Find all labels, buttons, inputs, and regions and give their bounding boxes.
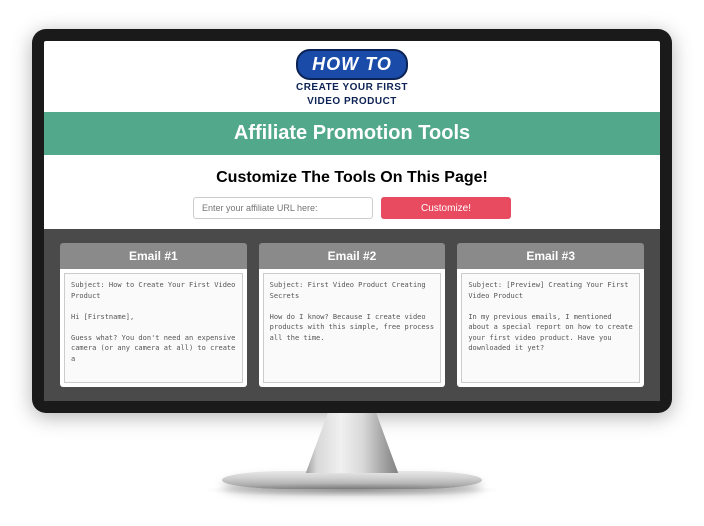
monitor-stand-neck (297, 413, 407, 473)
email-textarea-2[interactable] (263, 273, 442, 383)
screen-content: HOW TO CREATE YOUR FIRST VIDEO PRODUCT A… (44, 41, 660, 401)
affiliate-url-input[interactable] (193, 197, 373, 219)
email-body-2 (259, 269, 446, 387)
customize-form: Customize! (44, 197, 660, 219)
monitor-shadow (202, 483, 502, 497)
logo-area: HOW TO CREATE YOUR FIRST VIDEO PRODUCT (44, 41, 660, 112)
email-card-1: Email #1 (60, 243, 247, 387)
email-header-1: Email #1 (60, 243, 247, 269)
email-card-2: Email #2 (259, 243, 446, 387)
customize-heading: Customize The Tools On This Page! (44, 169, 660, 187)
email-body-3 (457, 269, 644, 387)
email-body-1 (60, 269, 247, 387)
customize-section: Customize The Tools On This Page! Custom… (44, 155, 660, 229)
monitor-mockup: HOW TO CREATE YOUR FIRST VIDEO PRODUCT A… (32, 29, 672, 497)
logo-subtitle-2: VIDEO PRODUCT (44, 96, 660, 108)
email-textarea-3[interactable] (461, 273, 640, 383)
logo-subtitle-1: CREATE YOUR FIRST (44, 82, 660, 94)
monitor-frame: HOW TO CREATE YOUR FIRST VIDEO PRODUCT A… (32, 29, 672, 413)
email-textarea-1[interactable] (64, 273, 243, 383)
customize-button[interactable]: Customize! (381, 197, 511, 219)
emails-section: Email #1 Email #2 Email #3 (44, 229, 660, 401)
email-header-3: Email #3 (457, 243, 644, 269)
logo-badge: HOW TO (296, 49, 408, 80)
email-card-3: Email #3 (457, 243, 644, 387)
page-title-banner: Affiliate Promotion Tools (44, 112, 660, 155)
email-header-2: Email #2 (259, 243, 446, 269)
